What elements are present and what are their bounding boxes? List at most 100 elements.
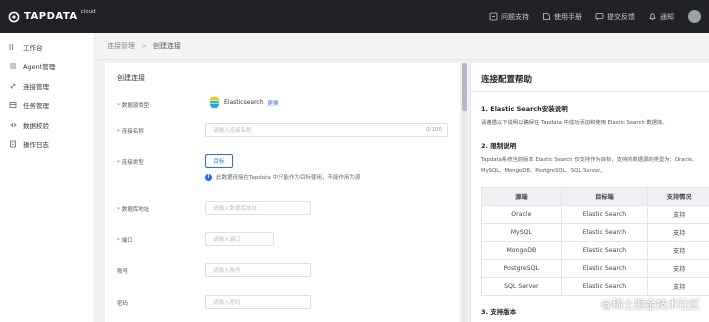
- name-label-text: 连接名称: [121, 129, 144, 135]
- help-title: 连接配置帮助: [481, 75, 533, 85]
- user-avatar[interactable]: [688, 10, 701, 23]
- db-host-placeholder: 请输入数据库地址: [213, 206, 258, 212]
- feedback-label: 提交反馈: [607, 12, 635, 21]
- table-header-source: 源端: [482, 188, 562, 205]
- sidebar-item-agent[interactable]: Agent管理: [0, 57, 94, 77]
- sidebar-item-workbench[interactable]: 工作台: [0, 37, 94, 57]
- table-header-row: 源端 目标端 支持情况: [482, 188, 709, 206]
- table-header-target: 目标端: [562, 188, 649, 205]
- table-row: SQL Server Elastic Search 支持: [482, 278, 709, 296]
- db-type-label: * 数据源类型:: [117, 101, 151, 109]
- help-section-limits-text-2: MySQL、MongoDB、PostgreSQL、SQL Server。: [481, 168, 606, 174]
- table-cell-support: 支持: [672, 248, 686, 255]
- port-placeholder: 请输入端口: [213, 237, 241, 243]
- support-icon: [489, 12, 498, 21]
- password-input[interactable]: 请输入密码: [205, 295, 311, 309]
- sidebar-item-label: 工作台: [23, 43, 43, 52]
- connection-name-placeholder: 请输入连接名称: [213, 128, 252, 134]
- logo-cloud-label: cloud: [80, 8, 96, 15]
- logo-text: TAPDATA: [24, 11, 78, 22]
- task-icon: [9, 101, 17, 109]
- table-row: Oracle Elastic Search 支持: [482, 206, 709, 224]
- sidebar-item-logs[interactable]: 操作日志: [0, 135, 94, 155]
- help-panel: 连接配置帮助 1. Elastic Search安装说明 请遵循以下说明以确保在…: [470, 63, 709, 322]
- sidebar-item-label: Agent管理: [23, 63, 56, 72]
- table-cell-target: Elastic Search: [562, 224, 649, 241]
- form-title: 创建连接: [117, 74, 145, 82]
- table-cell-source: MongoDB: [482, 242, 562, 259]
- breadcrumb: 连接管理 > 创建连接: [96, 33, 709, 60]
- sidebar-item-label: 连接管理: [23, 82, 49, 91]
- account-input[interactable]: 请输入账号: [205, 263, 311, 277]
- sidebar-item-connections[interactable]: 连接管理: [0, 76, 94, 96]
- manual-label: 使用手册: [554, 12, 582, 21]
- sidebar-item-verify[interactable]: 数据校验: [0, 115, 94, 135]
- table-cell-support: 支持: [672, 212, 686, 219]
- verify-icon: [9, 121, 17, 129]
- sidebar: 工作台 Agent管理 连接管理 任务管理 数据校验 操作日志: [0, 33, 95, 322]
- table-cell-target: Elastic Search: [562, 206, 649, 223]
- connection-icon: [9, 82, 17, 90]
- conn-type-hint-text: 此数据连接在Tapdata 中只能作为目标使用，不能作用为源: [216, 175, 361, 181]
- account-label-text: 账号: [117, 269, 129, 275]
- table-cell-source: PostgreSQL: [482, 260, 562, 277]
- support-label: 问题支持: [501, 12, 529, 21]
- db-type-value: Elasticsearch 更换: [209, 96, 279, 109]
- account-label: 账号: [117, 267, 128, 275]
- support-button[interactable]: 问题支持: [489, 12, 529, 22]
- required-mark: *: [117, 238, 120, 244]
- name-char-count: 0/100: [426, 127, 442, 133]
- top-bar: TAPDATA cloud 问题支持 使用手册 提交反馈 通知: [0, 0, 709, 33]
- help-section-install-text: 请遵循以下说明以确保在 Tapdata 中成功添加和使用 Elastic Sea…: [481, 120, 668, 126]
- watermark: @稀土掘金技术社区: [601, 298, 700, 311]
- db-host-input[interactable]: 请输入数据库地址: [205, 201, 311, 215]
- app-logo[interactable]: TAPDATA cloud: [8, 8, 96, 23]
- notification-button[interactable]: 通知: [648, 12, 674, 22]
- agent-icon: [9, 62, 17, 70]
- sidebar-item-label: 任务管理: [23, 102, 49, 111]
- table-cell-support: 支持: [672, 284, 686, 291]
- form-scrollbar[interactable]: [462, 63, 467, 322]
- password-placeholder: 请输入密码: [213, 300, 241, 306]
- breadcrumb-current: 创建连接: [152, 42, 181, 50]
- manual-icon: [542, 12, 551, 21]
- table-cell-target: Elastic Search: [562, 278, 649, 295]
- help-section-versions-title: 3. 支持版本: [481, 308, 517, 316]
- conn-type-label-text: 连接类型: [121, 160, 144, 166]
- conn-type-target-button[interactable]: 目标: [205, 154, 233, 168]
- port-input[interactable]: 请输入端口: [205, 232, 274, 246]
- required-mark: *: [117, 103, 120, 109]
- manual-button[interactable]: 使用手册: [542, 12, 582, 22]
- required-mark: *: [117, 207, 120, 213]
- host-label-text: 数据库地址: [121, 207, 150, 213]
- workbench-icon: [9, 43, 17, 51]
- feedback-button[interactable]: 提交反馈: [595, 12, 635, 22]
- sidebar-item-label: 数据校验: [23, 121, 49, 130]
- tapdata-logo-icon: [8, 11, 20, 23]
- table-cell-source: MySQL: [482, 224, 562, 241]
- log-icon: [9, 140, 17, 148]
- breadcrumb-parent[interactable]: 连接管理: [107, 41, 135, 51]
- change-db-type-link[interactable]: 更换: [268, 99, 279, 107]
- table-header-support: 支持情况: [666, 194, 692, 201]
- sidebar-item-tasks[interactable]: 任务管理: [0, 96, 94, 116]
- help-section-limits-title: 2. 限制说明: [481, 142, 517, 150]
- table-cell-target: Elastic Search: [562, 260, 649, 277]
- password-label-text: 密码: [117, 301, 129, 307]
- required-mark: *: [117, 129, 120, 135]
- table-cell-target: Elastic Search: [562, 242, 649, 259]
- connection-name-input[interactable]: 请输入连接名称 0/100: [205, 123, 448, 137]
- password-label: 密码: [117, 299, 128, 307]
- bell-icon: [648, 12, 657, 21]
- feedback-icon: [595, 12, 604, 21]
- create-connection-form: 创建连接 * 数据源类型: Elasticsearch 更换 * 连接名称 请输入连…: [105, 63, 460, 322]
- top-actions: 问题支持 使用手册 提交反馈 通知: [476, 0, 701, 33]
- info-icon: i: [205, 173, 212, 181]
- help-section-install-title: 1. Elastic Search安装说明: [481, 105, 568, 113]
- host-label: * 数据库地址: [117, 205, 149, 213]
- help-divider: [471, 91, 709, 92]
- table-cell-source: SQL Server: [482, 278, 562, 295]
- port-label-text: 端口: [121, 238, 133, 244]
- breadcrumb-separator: >: [141, 42, 147, 50]
- form-scrollbar-thumb[interactable]: [462, 63, 467, 111]
